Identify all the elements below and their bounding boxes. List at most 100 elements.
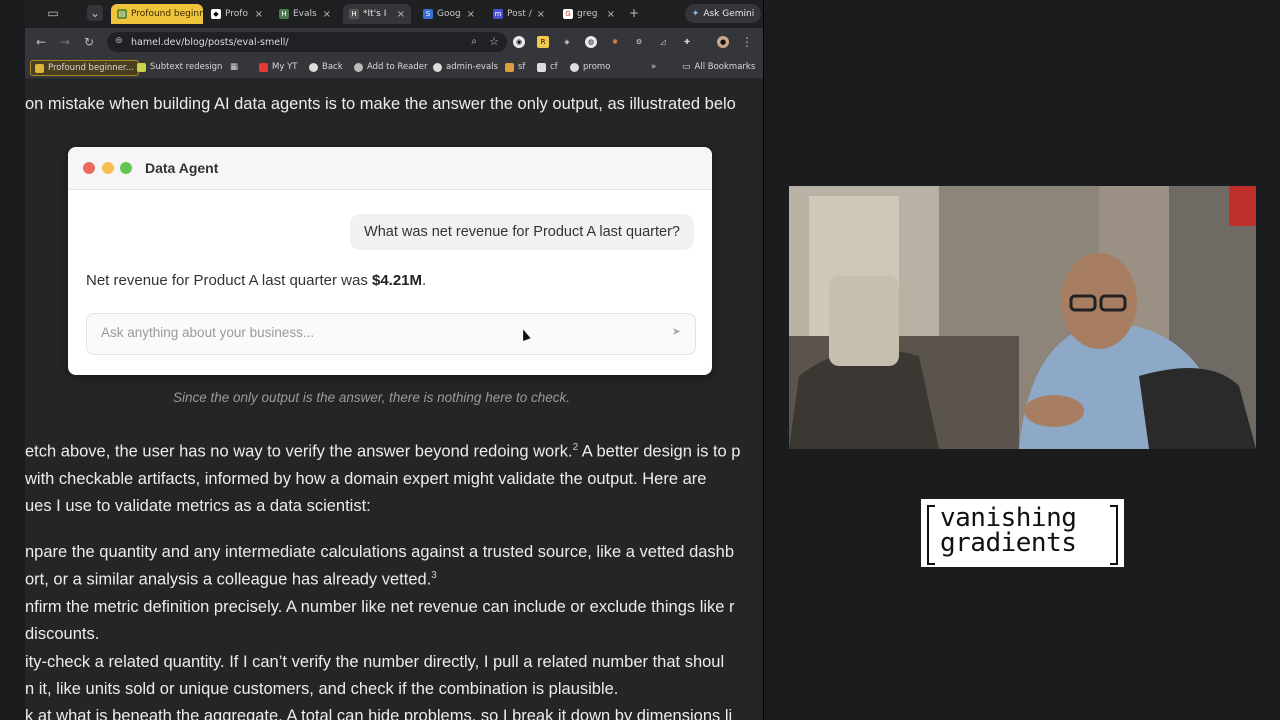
address-bar[interactable]: ⊜ hamel.dev/blog/posts/eval-smell/ ⌕ ☆ <box>107 32 507 52</box>
bookmark-star-icon[interactable]: ☆ <box>489 35 499 48</box>
tab-evals[interactable]: H Evals × <box>273 4 337 24</box>
tab-close-icon[interactable]: × <box>467 9 475 20</box>
user-message-bubble: What was net revenue for Product A last … <box>350 214 694 250</box>
bookmark-subtext-redesign[interactable]: Subtext redesign <box>137 60 222 74</box>
tab-greg[interactable]: G greg × <box>557 4 621 24</box>
bookmark-sf[interactable]: sf <box>505 60 525 74</box>
bookmark-my-yt[interactable]: My YT <box>259 60 297 74</box>
right-bracket-icon <box>1110 505 1118 565</box>
data-agent-title: Data Agent <box>145 160 219 176</box>
bookmark-cf[interactable]: cf <box>537 60 558 74</box>
all-bookmarks-label: All Bookmarks <box>694 62 756 72</box>
zoom-search-icon[interactable]: ⌕ <box>471 36 477 47</box>
tab-its-active[interactable]: H *It's I × <box>343 4 411 24</box>
extensions-puzzle-icon[interactable]: ✚ <box>681 36 693 48</box>
tab-close-icon[interactable]: × <box>255 9 263 20</box>
bookmark-favicon-icon <box>433 62 442 72</box>
paragraph-line: with checkable artifacts, informed by ho… <box>25 470 707 488</box>
tab-close-icon[interactable]: × <box>397 9 405 20</box>
bookmark-label: cf <box>550 62 558 72</box>
chat-input-placeholder: Ask anything about your business... <box>101 325 315 340</box>
tab-search-icon[interactable]: ▭ <box>45 5 61 21</box>
agent-chat-input[interactable]: Ask anything about your business... ➤ <box>86 313 696 355</box>
logo-line-2: gradients <box>940 528 1077 558</box>
tab-profo[interactable]: ◆ Profo × <box>205 4 269 24</box>
bookmark-favicon-icon <box>505 62 514 72</box>
bookmark-label: Back <box>322 62 343 72</box>
bookmark-back[interactable]: Back <box>309 60 343 74</box>
browser-window: ▭ ⌄ ▤ Profound beginner ◆ Profo × H Eval… <box>25 0 764 720</box>
tab-list-dropdown-icon[interactable]: ⌄ <box>87 5 103 21</box>
tab-label: *It's I <box>363 9 387 19</box>
extension-circle-icon[interactable]: ◍ <box>585 36 597 48</box>
answer-suffix: . <box>422 272 427 289</box>
tab-label: Goog <box>437 9 461 19</box>
line-text: ort, or a similar analysis a colleague h… <box>25 570 432 589</box>
extension-chart-icon[interactable]: ◿ <box>657 36 669 48</box>
ask-gemini-button[interactable]: ✦ Ask Gemini <box>685 4 761 23</box>
data-agent-window: Data Agent What was net revenue for Prod… <box>68 147 712 375</box>
reload-icon[interactable]: ↻ <box>81 34 97 50</box>
youtube-icon <box>259 62 268 72</box>
bookmark-favicon-icon <box>570 62 579 72</box>
extension-r-icon[interactable]: R <box>537 36 549 48</box>
list-line: n it, like units sold or unique customer… <box>25 680 619 698</box>
forward-icon[interactable]: → <box>57 34 73 50</box>
profile-avatar[interactable]: ● <box>717 36 729 48</box>
list-line: k at what is beneath the aggregate. A to… <box>25 707 733 720</box>
tab-profound-beginner[interactable]: ▤ Profound beginner <box>111 4 203 24</box>
tab-close-icon[interactable]: × <box>323 9 331 20</box>
tab-favicon-icon: H <box>279 9 289 19</box>
all-bookmarks-folder[interactable]: ▭ All Bookmarks <box>682 60 755 74</box>
list-line: npare the quantity and any intermediate … <box>25 543 735 561</box>
bookmarks-overflow-icon[interactable]: » <box>651 60 656 74</box>
send-icon[interactable]: ➤ <box>672 325 681 338</box>
bookmark-favicon-icon <box>309 62 318 72</box>
ask-gemini-label: Ask Gemini <box>703 8 755 19</box>
article-intro-line: on mistake when building AI data agents … <box>25 95 736 113</box>
bookmark-promo[interactable]: promo <box>570 60 610 74</box>
extension-gear-icon[interactable]: ⚙ <box>633 36 645 48</box>
bookmark-label: Profound beginner... <box>48 63 134 73</box>
bookmark-profound-beginner[interactable]: Profound beginner... <box>30 60 139 76</box>
extension-layers-icon[interactable]: ◈ <box>561 36 573 48</box>
bookmark-favicon-icon <box>137 62 146 72</box>
menu-kebab-icon[interactable]: ⋮ <box>739 34 755 50</box>
site-info-icon[interactable]: ⊜ <box>115 36 123 46</box>
article-page: on mistake when building AI data agents … <box>25 79 763 720</box>
bookmark-admin-evals[interactable]: admin-evals <box>433 60 498 74</box>
tab-favicon-icon: ▤ <box>117 9 127 19</box>
back-icon[interactable]: ← <box>33 34 49 50</box>
webcam-scene <box>789 186 1256 449</box>
tab-label: Post / <box>507 9 532 19</box>
maximize-light-icon <box>120 162 132 174</box>
code-icon <box>537 62 546 72</box>
paragraph-line: etch above, the user has no way to verif… <box>25 442 740 462</box>
minimize-light-icon <box>102 162 114 174</box>
bookmark-grid-icon[interactable]: ▦ <box>230 60 238 74</box>
tab-favicon-icon: S <box>423 9 433 19</box>
tab-google[interactable]: S Goog × <box>417 4 481 24</box>
tab-label: Evals <box>293 9 317 19</box>
gemini-sparkle-icon: ✦ <box>691 8 700 19</box>
footnote-link[interactable]: 3 <box>431 570 437 581</box>
url-text: hamel.dev/blog/posts/eval-smell/ <box>131 36 289 48</box>
line-text: etch above, the user has no way to verif… <box>25 442 573 461</box>
bookmark-add-to-reader[interactable]: Add to Reader <box>354 60 427 74</box>
toolbar: ← → ↻ ⊜ hamel.dev/blog/posts/eval-smell/… <box>25 28 763 56</box>
folder-icon: ▭ <box>682 62 691 72</box>
tab-favicon-icon: m <box>493 9 503 19</box>
tab-favicon-icon: ◆ <box>211 9 221 19</box>
tab-close-icon[interactable]: × <box>607 9 615 20</box>
new-tab-button[interactable]: + <box>626 5 642 21</box>
tab-favicon-icon: G <box>563 9 573 19</box>
extension-sun-icon[interactable]: ✺ <box>609 36 621 48</box>
answer-value: $4.21M <box>371 272 423 289</box>
tab-post[interactable]: m Post / × <box>487 4 551 24</box>
list-line: ity-check a related quantity. If I can’t… <box>25 653 725 671</box>
close-light-icon <box>83 162 95 174</box>
tab-label: Profound beginner <box>131 9 203 19</box>
extension-1password-icon[interactable]: ◉ <box>513 36 525 48</box>
tab-close-icon[interactable]: × <box>537 9 545 20</box>
bookmark-label: promo <box>583 62 611 72</box>
